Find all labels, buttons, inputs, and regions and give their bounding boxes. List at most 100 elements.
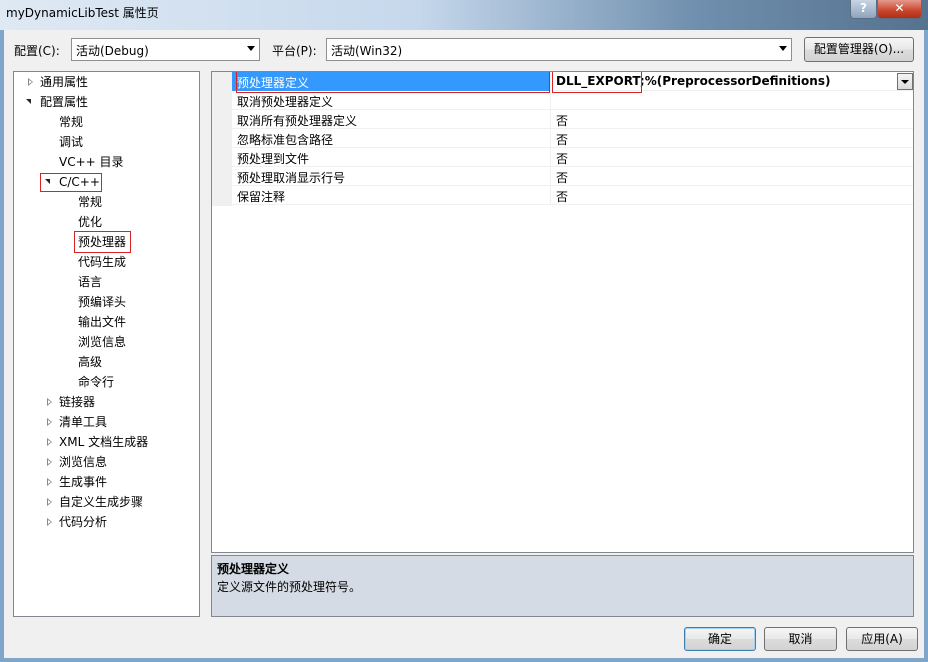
tree-item-code-analysis[interactable]: 代码分析 <box>14 512 199 532</box>
column-divider <box>550 72 551 91</box>
platform-label: 平台(P): <box>272 44 317 58</box>
tree-item-cpp-general[interactable]: 常规 <box>78 192 102 212</box>
cancel-button[interactable]: 取消 <box>764 627 837 651</box>
description-panel: 预处理器定义 定义源文件的预处理符号。 <box>211 555 914 617</box>
tree-item-label: 浏览信息 <box>59 455 108 469</box>
column-divider <box>550 186 551 205</box>
tree-item-output-files[interactable]: 输出文件 <box>78 312 126 332</box>
property-name: 取消所有预处理器定义 <box>237 114 358 128</box>
property-row-preprocess-to-file[interactable]: 预处理到文件 否 <box>232 148 913 167</box>
chevron-down-icon <box>901 80 909 84</box>
tree-item-code-generation[interactable]: 代码生成 <box>78 252 126 272</box>
tree-item-label: 清单工具 <box>59 415 108 429</box>
property-tree[interactable]: 通用属性 配置属性 常规 调试 VC++ 目录 C/C++ 常规 优化 预处理器… <box>13 71 200 617</box>
tree-item-vc-directories[interactable]: VC++ 目录 <box>59 152 124 172</box>
config-select-value: 活动(Debug) <box>76 44 149 58</box>
column-divider <box>550 167 551 186</box>
property-name: 忽略标准包含路径 <box>237 133 334 147</box>
tree-item-label: 调试 <box>59 135 84 149</box>
description-text: 定义源文件的预处理符号。 <box>217 580 362 594</box>
dialog-client: 配置(C): 活动(Debug) 平台(P): 活动(Win32) 配置管理器(… <box>4 30 924 658</box>
property-grid[interactable]: 预处理器定义 DLL_EXPORT;%(PreprocessorDefiniti… <box>211 71 914 553</box>
highlight-box <box>552 72 642 93</box>
property-row-undefine-preprocessor[interactable]: 取消预处理器定义 <box>232 91 913 110</box>
highlight-box <box>40 173 102 192</box>
title-bar: myDynamicLibTest 属性页 ? ✕ <box>0 0 928 30</box>
property-value[interactable]: 否 <box>556 150 568 167</box>
config-select[interactable]: 活动(Debug) <box>71 38 260 61</box>
tree-item-command-line[interactable]: 命令行 <box>78 372 114 392</box>
tree-item-label: 优化 <box>78 215 103 229</box>
value-dropdown-button[interactable] <box>897 73 913 90</box>
tree-item-label: VC++ 目录 <box>59 155 124 169</box>
tree-item-browse-information[interactable]: 浏览信息 <box>14 452 199 472</box>
property-row-ignore-std-include[interactable]: 忽略标准包含路径 否 <box>232 129 913 148</box>
platform-select[interactable]: 活动(Win32) <box>326 38 792 61</box>
tree-item-precompiled-headers[interactable]: 预编译头 <box>78 292 126 312</box>
tree-item-label: 预编译头 <box>78 295 127 309</box>
tree-item-label: 链接器 <box>59 395 96 409</box>
tree-item-label: 配置属性 <box>40 95 89 109</box>
column-divider <box>550 148 551 167</box>
tree-item-label: 代码分析 <box>59 515 108 529</box>
tree-item-general[interactable]: 常规 <box>59 112 83 132</box>
tree-item-label: 常规 <box>78 195 103 209</box>
expand-arrow-icon[interactable] <box>28 78 33 86</box>
property-row-suppress-line-numbers[interactable]: 预处理取消显示行号 否 <box>232 167 913 186</box>
close-button[interactable]: ✕ <box>877 0 922 19</box>
tree-item-label: 语言 <box>78 275 103 289</box>
apply-button[interactable]: 应用(A) <box>846 627 918 651</box>
tree-item-label: 自定义生成步骤 <box>59 495 144 509</box>
property-row-undefine-all[interactable]: 取消所有预处理器定义 否 <box>232 110 913 129</box>
grid-gutter <box>212 72 232 206</box>
config-label: 配置(C): <box>14 44 60 58</box>
property-value[interactable]: 否 <box>556 169 568 186</box>
tree-item-xml-doc-generator[interactable]: XML 文档生成器 <box>14 432 199 452</box>
expand-arrow-icon[interactable] <box>47 458 52 466</box>
tree-item-label: 常规 <box>59 115 84 129</box>
column-divider <box>550 110 551 129</box>
chevron-down-icon <box>779 46 787 51</box>
property-name: 预处理取消显示行号 <box>237 171 346 185</box>
property-row-keep-comments[interactable]: 保留注释 否 <box>232 186 913 205</box>
tree-item-config-properties[interactable]: 配置属性 <box>14 92 199 112</box>
collapse-arrow-icon[interactable] <box>26 99 31 104</box>
window-title: myDynamicLibTest 属性页 <box>6 6 159 20</box>
tree-item-label: 高级 <box>78 355 103 369</box>
tree-item-build-events[interactable]: 生成事件 <box>14 472 199 492</box>
expand-arrow-icon[interactable] <box>47 478 52 486</box>
tree-item-debugging[interactable]: 调试 <box>59 132 83 152</box>
highlight-box <box>236 72 550 93</box>
tree-item-common-properties[interactable]: 通用属性 <box>14 72 199 92</box>
ok-button[interactable]: 确定 <box>684 627 756 651</box>
tree-item-language[interactable]: 语言 <box>78 272 102 292</box>
expand-arrow-icon[interactable] <box>47 518 52 526</box>
tree-item-advanced[interactable]: 高级 <box>78 352 102 372</box>
tree-item-manifest-tool[interactable]: 清单工具 <box>14 412 199 432</box>
column-divider <box>550 91 551 110</box>
property-name: 取消预处理器定义 <box>237 95 334 109</box>
property-value[interactable]: 否 <box>556 131 568 148</box>
tree-item-label: 命令行 <box>78 375 115 389</box>
tree-item-label: XML 文档生成器 <box>59 435 149 449</box>
property-name: 预处理到文件 <box>237 152 310 166</box>
description-title: 预处理器定义 <box>217 562 290 576</box>
platform-select-value: 活动(Win32) <box>331 44 403 58</box>
tree-item-label: 输出文件 <box>78 315 127 329</box>
chevron-down-icon <box>247 46 255 51</box>
tree-item-browse-info[interactable]: 浏览信息 <box>78 332 126 352</box>
tree-item-label: 生成事件 <box>59 475 108 489</box>
tree-item-linker[interactable]: 链接器 <box>14 392 199 412</box>
tree-item-optimization[interactable]: 优化 <box>78 212 102 232</box>
expand-arrow-icon[interactable] <box>47 398 52 406</box>
expand-arrow-icon[interactable] <box>47 498 52 506</box>
config-manager-button[interactable]: 配置管理器(O)... <box>804 37 914 62</box>
property-value[interactable]: 否 <box>556 112 568 129</box>
property-name: 保留注释 <box>237 190 286 204</box>
property-value[interactable]: 否 <box>556 188 568 205</box>
expand-arrow-icon[interactable] <box>47 438 52 446</box>
tree-item-custom-build-step[interactable]: 自定义生成步骤 <box>14 492 199 512</box>
expand-arrow-icon[interactable] <box>47 418 52 426</box>
highlight-box <box>74 231 131 253</box>
help-button[interactable]: ? <box>850 0 877 19</box>
